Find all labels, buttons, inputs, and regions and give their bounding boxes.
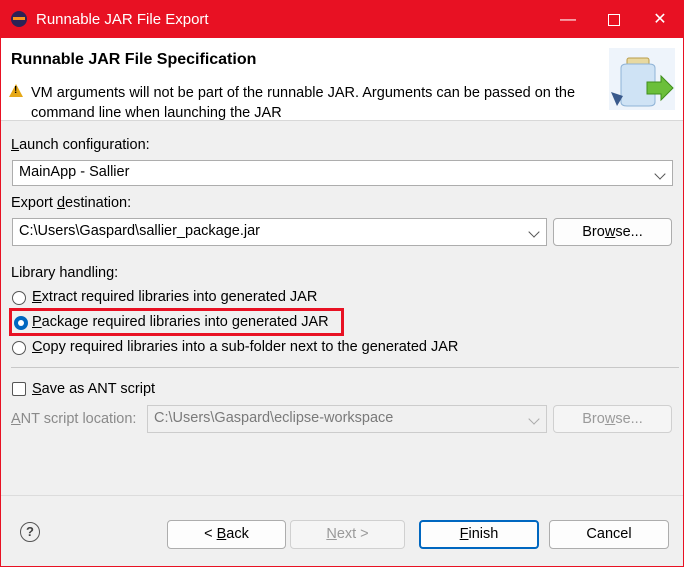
browse-label-post: se... <box>615 224 643 240</box>
browse-label-pre: Bro <box>582 224 605 240</box>
page-title: Runnable JAR File Specification <box>11 51 257 68</box>
next-label-post: ext > <box>336 526 369 542</box>
warning-message: VM arguments will not be part of the run… <box>31 85 576 121</box>
launch-config-label: Launch configuration: <box>11 137 150 153</box>
finish-label-post: inish <box>468 526 499 542</box>
package-label: Package required libraries into generate… <box>32 314 329 330</box>
launch-config-value: MainApp - Sallier <box>19 164 130 180</box>
ant-location-input[interactable]: C:\Users\Gaspard\eclipse-workspace <box>147 405 547 433</box>
browse-ant-label-mnemonic: w <box>604 411 616 427</box>
dialog-window: Runnable JAR File Export — ✕ Runnable JA… <box>0 0 684 567</box>
jar-export-icon <box>609 48 675 110</box>
library-handling-label: Library handling: <box>11 265 119 281</box>
extract-label: Extract required libraries into generate… <box>32 289 317 305</box>
ant-location-value: C:\Users\Gaspard\eclipse-workspace <box>154 410 394 426</box>
export-destination-label: Export destination: <box>11 195 131 211</box>
browse-label-mnemonic: w <box>604 224 616 240</box>
footer-separator <box>1 495 683 496</box>
export-destination-input[interactable]: C:\Users\Gaspard\sallier_package.jar <box>12 218 547 246</box>
eclipse-icon <box>11 11 27 27</box>
export-destination-label-post: estination: <box>65 195 132 211</box>
copy-label: Copy required libraries into a sub-folde… <box>32 339 458 355</box>
package-label-mnemonic: P <box>32 314 42 330</box>
extract-label-mnemonic: E <box>32 289 42 305</box>
chevron-down-icon <box>528 413 540 425</box>
package-radio[interactable] <box>14 316 28 330</box>
next-label-mnemonic: N <box>326 526 337 542</box>
wizard-header: Runnable JAR File Specification ! VM arg… <box>1 38 683 121</box>
ant-location-label-post: NT script location: <box>20 411 137 427</box>
export-destination-value: C:\Users\Gaspard\sallier_package.jar <box>19 223 260 239</box>
browse-ant-button[interactable]: Browse... <box>553 405 672 433</box>
copy-label-mnemonic: C <box>32 339 43 355</box>
copy-label-post: opy required libraries into a sub-folder… <box>42 339 459 355</box>
export-destination-label-pre: Export <box>11 195 57 211</box>
close-button[interactable]: ✕ <box>637 1 683 38</box>
export-destination-label-mnemonic: d <box>56 195 66 211</box>
back-label-mnemonic: B <box>216 526 227 542</box>
maximize-button[interactable] <box>591 1 637 38</box>
browse-ant-label-post: se... <box>615 411 643 427</box>
back-label-post: ack <box>226 526 249 542</box>
launch-config-label-mnemonic: L <box>11 137 20 153</box>
browse-ant-label-pre: Bro <box>582 411 605 427</box>
browse-destination-button[interactable]: Browse... <box>553 218 672 246</box>
chevron-down-icon <box>528 226 540 238</box>
finish-label-mnemonic: F <box>459 526 469 542</box>
back-button[interactable]: < Back <box>167 520 286 549</box>
window-title: Runnable JAR File Export <box>36 11 209 28</box>
save-ant-label-post: ave as ANT script <box>41 381 156 397</box>
extract-label-post: xtract required libraries into generated… <box>41 289 318 305</box>
save-ant-checkbox[interactable] <box>12 382 26 396</box>
minimize-button[interactable]: — <box>545 1 591 38</box>
save-ant-label: Save as ANT script <box>32 381 155 397</box>
warning-icon-mark: ! <box>14 85 18 96</box>
help-icon[interactable]: ? <box>20 522 40 542</box>
next-button[interactable]: Next > <box>290 520 405 549</box>
finish-button[interactable]: Finish <box>419 520 539 549</box>
save-ant-label-mnemonic: S <box>32 381 42 397</box>
maximize-icon <box>608 13 620 26</box>
extract-radio[interactable] <box>12 291 26 305</box>
separator <box>11 367 679 368</box>
title-bar[interactable]: Runnable JAR File Export — ✕ <box>1 1 683 38</box>
back-label-pre: < <box>204 526 217 542</box>
launch-config-label-post: aunch configuration: <box>19 137 150 153</box>
launch-config-select[interactable]: MainApp - Sallier <box>12 160 673 186</box>
ant-location-label: ANT script location: <box>11 411 136 427</box>
chevron-down-icon <box>654 168 666 180</box>
cancel-button[interactable]: Cancel <box>549 520 669 549</box>
package-label-post: ackage required libraries into generated… <box>41 314 329 330</box>
ant-location-label-mnemonic: A <box>11 411 21 427</box>
copy-radio[interactable] <box>12 341 26 355</box>
